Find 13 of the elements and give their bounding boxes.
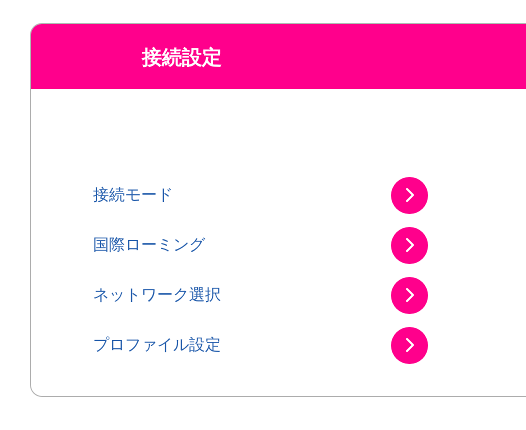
next-button[interactable]: [391, 226, 428, 264]
menu-item-label[interactable]: 国際ローミング: [93, 233, 391, 257]
panel-title: 接続設定: [142, 44, 222, 70]
menu-item-label[interactable]: 接続モード: [93, 183, 391, 207]
menu-item-label[interactable]: プロファイル設定: [93, 333, 391, 357]
chevron-right-icon: [404, 237, 416, 253]
next-button[interactable]: [391, 176, 428, 214]
next-button[interactable]: [391, 276, 428, 314]
chevron-right-icon: [404, 337, 416, 353]
next-button[interactable]: [391, 326, 428, 364]
menu-item-label[interactable]: ネットワーク選択: [93, 283, 391, 307]
chevron-right-icon: [404, 187, 416, 203]
chevron-right-icon: [404, 287, 416, 303]
